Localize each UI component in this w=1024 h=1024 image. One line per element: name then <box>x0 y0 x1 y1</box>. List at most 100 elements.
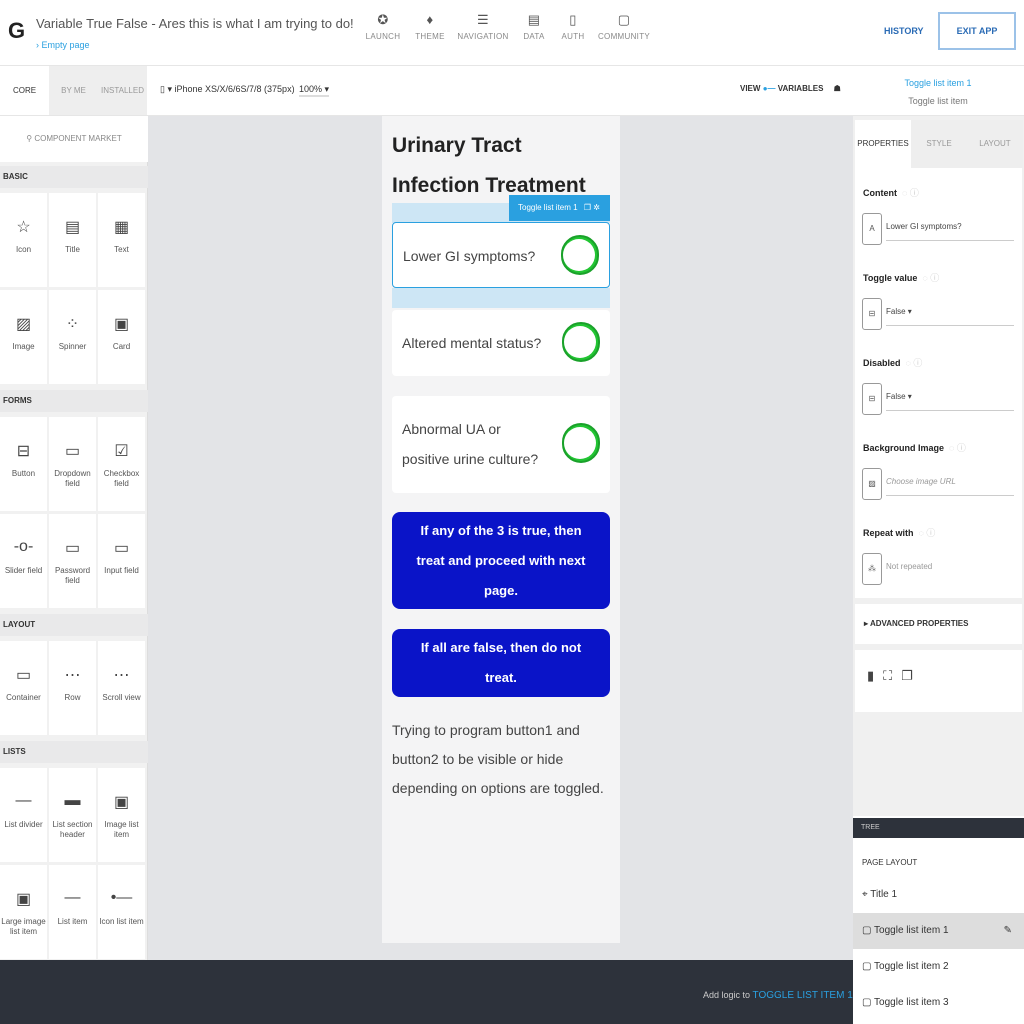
view-label: VIEW <box>740 84 761 93</box>
tab-installed[interactable]: INSTALLED <box>98 66 147 115</box>
view-variables-toggle[interactable]: VIEW ●— VARIABLES ☗ <box>740 84 841 93</box>
component-label: List item <box>57 917 88 926</box>
component-label: Image <box>12 342 35 351</box>
prop-label: Background Image ◌ ⓘ <box>863 443 966 453</box>
prop-label: Toggle value ◌ ⓘ <box>863 273 940 283</box>
component-label: Text <box>114 245 129 254</box>
component-title[interactable]: ▤ Title <box>49 193 96 287</box>
advanced-properties-toggle[interactable]: ▸ ADVANCED PROPERTIES <box>855 604 1022 644</box>
tree-item[interactable]: ▢ Toggle list item 2 <box>853 949 1024 985</box>
help-icon: ◌ ⓘ <box>918 528 936 538</box>
copy-icon[interactable]: ❐ <box>584 203 591 212</box>
prop-value-input[interactable]: Not repeated <box>886 559 1014 581</box>
toggle-list-item-3[interactable]: Abnormal UA or positive urine culture? <box>392 396 610 493</box>
debug-icon[interactable]: ☗ <box>834 84 841 93</box>
component-text[interactable]: ▦ Text <box>98 193 145 287</box>
app-logo-icon[interactable]: G <box>8 18 28 44</box>
prop-value-input[interactable]: Lower GI symptoms? <box>886 219 1014 241</box>
tab-layout[interactable]: LAYOUT <box>967 120 1023 168</box>
component-slider-field[interactable]: -o- Slider field <box>0 514 47 608</box>
component-container[interactable]: ▭ Container <box>0 641 47 735</box>
toggle-switch[interactable] <box>562 322 600 362</box>
component-icon[interactable]: ☆ Icon <box>0 193 47 287</box>
selection-band-bottom <box>392 288 610 308</box>
tab-by-me[interactable]: BY ME <box>49 66 98 115</box>
add-logic-button[interactable]: Add logic to TOGGLE LIST ITEM 1 ⊕ <box>703 990 863 1001</box>
component-label: Dropdown field <box>54 469 91 488</box>
component-list-item[interactable]: — List item <box>49 865 96 959</box>
nav-theme[interactable]: ♦ THEME <box>400 10 460 41</box>
tree-item-label: ▢ Toggle list item 3 <box>862 997 949 1008</box>
tab-style[interactable]: STYLE <box>911 120 967 168</box>
component-icon-list-item[interactable]: •— Icon list item <box>98 865 145 959</box>
component-image-list-item[interactable]: ▣ Image list item <box>98 768 145 862</box>
button1[interactable]: If any of the 3 is true, then treat and … <box>392 512 610 609</box>
component-label: List divider <box>4 820 43 829</box>
copy-icon[interactable]: ❐ <box>901 668 922 683</box>
component-password-field[interactable]: ▭ Password field <box>49 514 96 608</box>
selected-component-name: Toggle list item 1 <box>904 78 972 88</box>
page-breadcrumb[interactable]: › Empty page <box>36 40 90 50</box>
component-spinner[interactable]: ⁘ Spinner <box>49 290 96 384</box>
expand-icon[interactable]: ⛶ <box>883 668 901 683</box>
toggle-switch[interactable] <box>562 423 600 463</box>
screen-title[interactable]: Urinary Tract Infection Treatment <box>392 126 602 206</box>
component-icon: ⊟ <box>16 443 31 460</box>
prop-value-input[interactable]: False ▾ <box>886 304 1014 326</box>
component-market-button[interactable]: ⚲ COMPONENT MARKET <box>0 116 148 162</box>
nav-label: LAUNCH <box>365 32 401 41</box>
selection-tag: Toggle list item 1 ❐ ✲ <box>509 195 610 221</box>
phone-icon: ▯ ▾ <box>160 84 175 94</box>
tree-page-layout[interactable]: PAGE LAYOUT <box>853 845 1024 879</box>
nav-community[interactable]: ▢ COMMUNITY <box>594 10 654 41</box>
tree-item-label: ⌖ Title 1 <box>862 889 898 900</box>
prop-type-icon[interactable]: ▨ <box>862 468 882 500</box>
device-selector[interactable]: ▯ ▾ iPhone XS/X/6/6S/7/8 (375px) <box>160 84 295 95</box>
nav-label: NAVIGATION <box>457 32 509 41</box>
component-label: Row <box>64 693 81 702</box>
prop-value-input[interactable]: Choose image URL <box>886 474 1014 496</box>
component-image[interactable]: ▨ Image <box>0 290 47 384</box>
brush-icon: ♦ <box>426 12 434 27</box>
zoom-selector[interactable]: 100% ▾ <box>299 84 330 97</box>
component-row[interactable]: ⋯ Row <box>49 641 96 735</box>
component-input-field[interactable]: ▭ Input field <box>98 514 145 608</box>
nav-label: AUTH <box>561 32 585 41</box>
add-logic-label: Add logic to <box>703 990 751 1000</box>
prop-type-icon[interactable]: ⊟ <box>862 298 882 330</box>
exit-app-button[interactable]: EXIT APP <box>938 12 1016 50</box>
tab-core[interactable]: CORE <box>0 66 49 115</box>
tree-item[interactable]: ▢ Toggle list item 1 ✎ <box>853 913 1024 949</box>
tree-item[interactable]: ⌖ Title 1 <box>853 877 1024 913</box>
nav-label: DATA <box>523 32 545 41</box>
tab-properties[interactable]: PROPERTIES <box>855 120 911 168</box>
prop-type-icon[interactable]: ⁂ <box>862 553 882 585</box>
toggle-list-item-2[interactable]: Altered mental status? <box>392 310 610 376</box>
component-checkbox-field[interactable]: ☑ Checkbox field <box>98 417 145 511</box>
component-icon: ▭ <box>64 443 81 460</box>
component-card[interactable]: ▣ Card <box>98 290 145 384</box>
edit-icon[interactable]: ✎ <box>1004 913 1012 949</box>
component-label: Title <box>65 245 80 254</box>
component-list-divider[interactable]: — List divider <box>0 768 47 862</box>
component-button[interactable]: ⊟ Button <box>0 417 47 511</box>
component-label: Large image list item <box>1 917 46 936</box>
component-dropdown-field[interactable]: ▭ Dropdown field <box>49 417 96 511</box>
prop-type-icon[interactable]: ⊟ <box>862 383 882 415</box>
prop-value-input[interactable]: False ▾ <box>886 389 1014 411</box>
prop-type-icon[interactable]: A <box>862 213 882 245</box>
chat-icon: ▢ <box>617 12 631 27</box>
section-lists: LISTS <box>0 741 148 763</box>
history-button[interactable]: HISTORY <box>884 26 924 36</box>
component-list-section-header[interactable]: ▬ List section header <box>49 768 96 862</box>
component-icon: •— <box>110 889 133 906</box>
settings-icon[interactable]: ✲ <box>593 203 600 212</box>
toggle-switch[interactable] <box>561 235 599 275</box>
button2[interactable]: If all are false, then do not treat. <box>392 629 610 697</box>
component-scroll-view[interactable]: ⋯ Scroll view <box>98 641 145 735</box>
tree-item[interactable]: ▢ Toggle list item 3 <box>853 985 1024 1021</box>
toggle-list-item-1[interactable]: Lower GI symptoms? <box>392 222 610 288</box>
component-large-image-list-item[interactable]: ▣ Large image list item <box>0 865 47 959</box>
delete-icon[interactable]: ▮ <box>867 668 883 683</box>
component-label: Image list item <box>104 820 139 839</box>
